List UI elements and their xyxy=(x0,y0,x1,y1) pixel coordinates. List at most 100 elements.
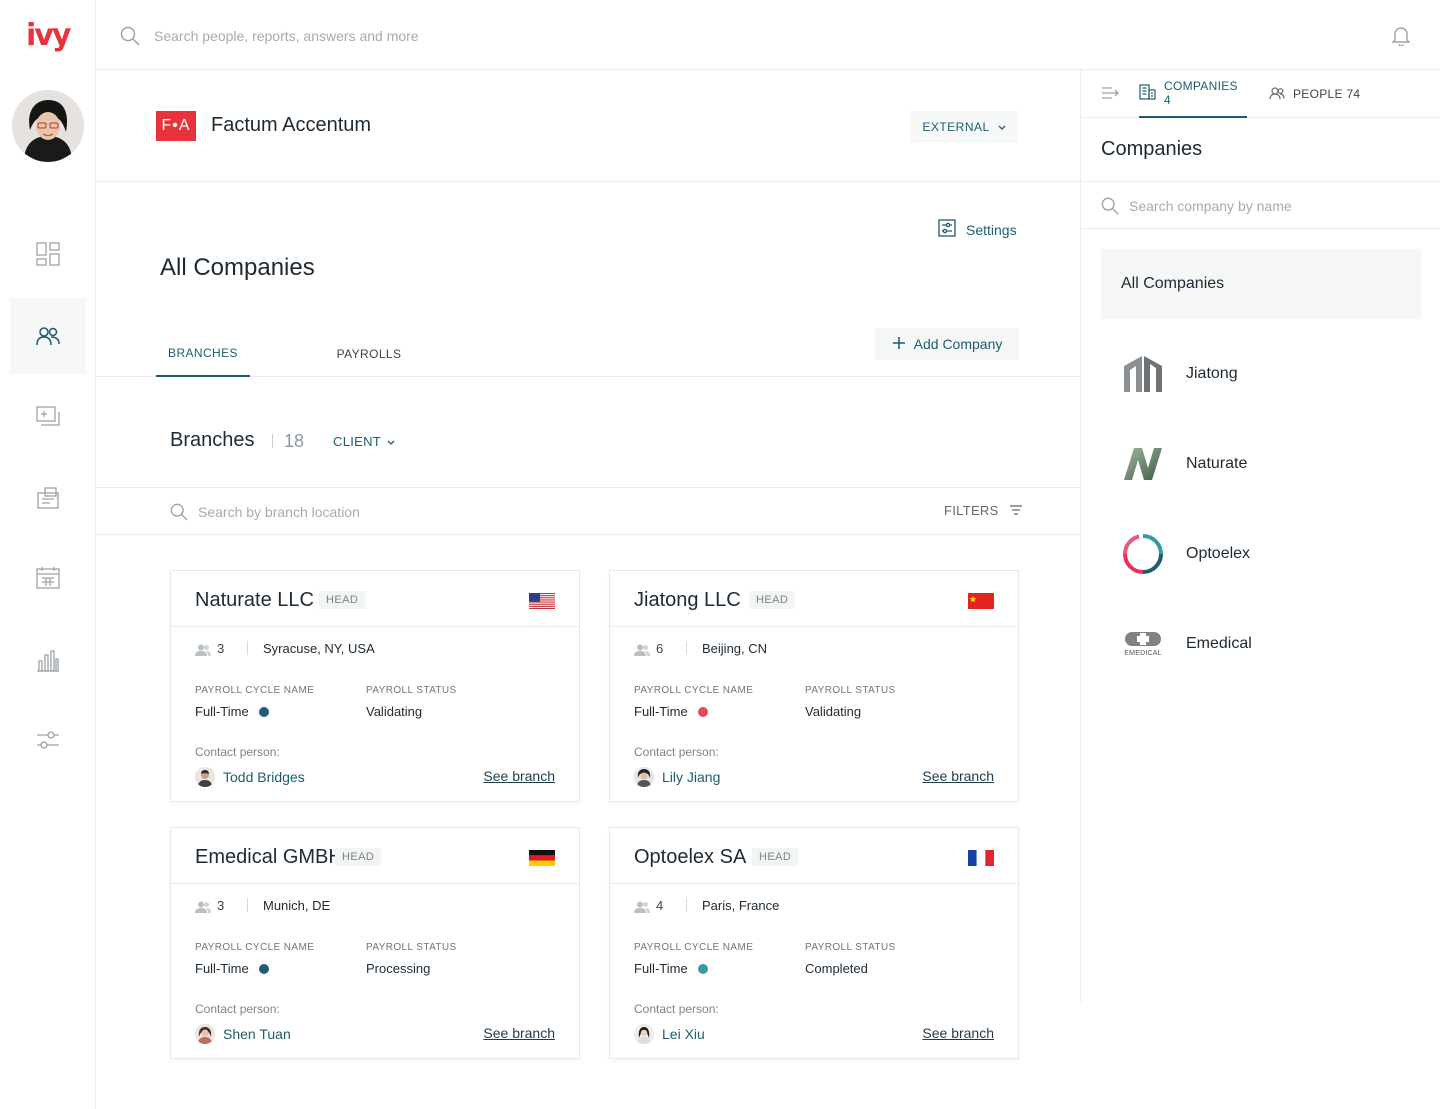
company-list-item-naturate[interactable]: Naturate xyxy=(1101,429,1421,499)
company-list-item-name: Jiatong xyxy=(1186,365,1238,382)
calendar-icon[interactable] xyxy=(10,540,86,616)
branch-location: Syracuse, NY, USA xyxy=(263,641,375,656)
settings-label: Settings xyxy=(966,221,1017,238)
company-type-dropdown[interactable]: EXTERNAL xyxy=(910,111,1018,143)
contact-person-label: Contact person: xyxy=(195,745,280,759)
people-icon xyxy=(634,643,650,661)
status-dot xyxy=(258,963,269,974)
branch-location: Paris, France xyxy=(702,898,780,913)
filters-label: FILTERS xyxy=(944,503,999,518)
add-company-button[interactable]: Add Company xyxy=(875,328,1019,360)
branch-card-header: Jiatong LLC HEAD xyxy=(610,571,1018,627)
branch-name: Naturate LLC xyxy=(195,589,314,611)
company-search-input[interactable] xyxy=(1129,194,1409,218)
status-dot xyxy=(697,706,708,717)
contact-avatar xyxy=(195,767,215,787)
payroll-cycle-value: Full-Time xyxy=(195,704,269,719)
contact-avatar xyxy=(634,1024,654,1044)
branch-card-header: Emedical GMBH HEAD xyxy=(171,828,579,884)
tab-companies[interactable]: COMPANIES 4 xyxy=(1139,70,1247,118)
flag-cn-icon xyxy=(968,593,994,609)
contact-person-label: Contact person: xyxy=(634,745,719,759)
payroll-cycle-value: Full-Time xyxy=(195,961,269,976)
see-branch-link[interactable]: See branch xyxy=(922,768,994,784)
branch-search-input[interactable] xyxy=(198,500,598,524)
top-bar xyxy=(96,0,1440,70)
see-branch-link[interactable]: See branch xyxy=(483,768,555,784)
panel-tabs: COMPANIES 4 PEOPLE 74 xyxy=(1081,70,1440,118)
collapse-panel-icon[interactable] xyxy=(1101,86,1119,105)
tab-payrolls[interactable]: PAYROLLS xyxy=(322,330,416,377)
branch-location: Munich, DE xyxy=(263,898,331,913)
reports-chart-icon[interactable] xyxy=(10,622,86,698)
documents-icon[interactable] xyxy=(10,460,86,536)
company-list-item-all[interactable]: All Companies xyxy=(1101,249,1421,319)
head-badge: HEAD xyxy=(749,591,796,609)
emedical-logo-icon: EMEDICAL xyxy=(1121,622,1165,666)
bell-icon[interactable] xyxy=(1391,26,1411,51)
payroll-cycle-label: PAYROLL CYCLE NAME xyxy=(195,685,315,696)
contact-person-link[interactable]: Shen Tuan xyxy=(195,1024,291,1044)
payroll-status-value: Processing xyxy=(366,961,431,976)
tab-branches[interactable]: BRANCHES xyxy=(156,330,250,377)
payroll-status-label: PAYROLL STATUS xyxy=(366,942,457,953)
search-icon xyxy=(120,26,140,51)
payroll-cycle-label: PAYROLL CYCLE NAME xyxy=(195,942,315,953)
global-search-input[interactable] xyxy=(154,24,654,48)
tab-companies-label: COMPANIES 4 xyxy=(1164,79,1238,107)
branch-card: Jiatong LLC HEAD 6 Beijing, CN PAYROLL CYCLE… xyxy=(609,570,1019,802)
company-type-label: EXTERNAL xyxy=(922,120,990,134)
payroll-cycle-label: PAYROLL CYCLE NAME xyxy=(634,685,754,696)
status-dot xyxy=(697,963,708,974)
branch-card-header: Naturate LLC HEAD xyxy=(171,571,579,627)
contact-person-link[interactable]: Lily Jiang xyxy=(634,767,720,787)
contact-person-link[interactable]: Lei Xiu xyxy=(634,1024,705,1044)
filters-button[interactable]: FILTERS xyxy=(944,503,1023,518)
app-logo[interactable]: ivy xyxy=(26,18,71,53)
company-list-item-emedical[interactable]: EMEDICAL Emedical xyxy=(1101,609,1421,679)
people-icon xyxy=(1269,86,1285,103)
branch-card-header: Optoelex SA HEAD xyxy=(610,828,1018,884)
people-nav-icon[interactable] xyxy=(10,298,86,374)
tab-people-label: PEOPLE 74 xyxy=(1293,87,1361,101)
company-list-item-optoelex[interactable]: Optoelex xyxy=(1101,519,1421,589)
head-badge: HEAD xyxy=(319,591,366,609)
flag-fr-icon xyxy=(968,850,994,866)
chevron-down-icon xyxy=(998,120,1006,134)
settings-link[interactable]: Settings xyxy=(938,219,1017,240)
payroll-cycle-name: Full-Time xyxy=(195,704,249,719)
page-title: All Companies xyxy=(160,254,315,281)
panel-title: Companies xyxy=(1101,138,1203,160)
tab-people[interactable]: PEOPLE 74 xyxy=(1269,70,1361,118)
chevron-down-icon xyxy=(387,434,395,449)
client-filter-dropdown[interactable]: CLIENT xyxy=(333,434,395,449)
payroll-cycle-name: Full-Time xyxy=(634,961,688,976)
employee-count: 3 xyxy=(217,641,225,656)
see-branch-link[interactable]: See branch xyxy=(922,1025,994,1041)
contact-avatar xyxy=(195,1024,215,1044)
payroll-cycle-value: Full-Time xyxy=(634,704,708,719)
optoelex-logo-icon xyxy=(1121,532,1165,576)
payroll-status-label: PAYROLL STATUS xyxy=(805,685,896,696)
divider xyxy=(686,641,687,655)
contact-person-link[interactable]: Todd Bridges xyxy=(195,767,305,787)
emedical-logo-caption: EMEDICAL xyxy=(1124,650,1162,657)
head-badge: HEAD xyxy=(752,848,799,866)
contact-person-name: Todd Bridges xyxy=(223,769,305,785)
user-avatar[interactable] xyxy=(12,90,84,162)
branch-location: Beijing, CN xyxy=(702,641,768,656)
settings-sliders-icon[interactable] xyxy=(10,702,86,778)
see-branch-link[interactable]: See branch xyxy=(483,1025,555,1041)
branch-card: Naturate LLC HEAD 3 Syracuse, NY, USA PAYROL… xyxy=(170,570,580,802)
payroll-cycle-name: Full-Time xyxy=(195,961,249,976)
dashboard-icon[interactable] xyxy=(10,216,86,292)
company-list-item-name: Optoelex xyxy=(1186,545,1251,562)
company-list-item-jiatong[interactable]: Jiatong xyxy=(1101,339,1421,409)
company-name: Factum Accentum xyxy=(211,114,372,136)
plus-icon xyxy=(892,336,906,353)
payroll-cycle-value: Full-Time xyxy=(634,961,708,976)
payroll-status-label: PAYROLL STATUS xyxy=(805,942,896,953)
payments-icon[interactable] xyxy=(10,378,86,454)
client-filter-label: CLIENT xyxy=(333,434,382,449)
branch-name: Jiatong LLC xyxy=(634,589,741,611)
